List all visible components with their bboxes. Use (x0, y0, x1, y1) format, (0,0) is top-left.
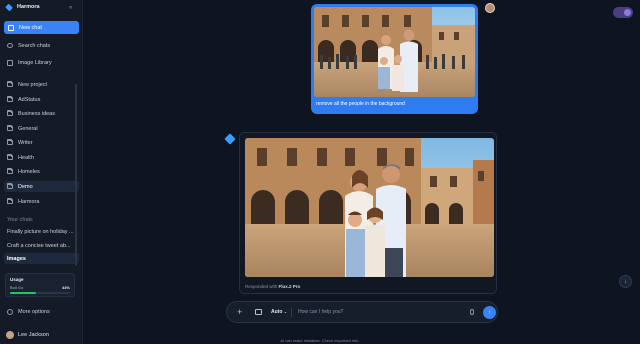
project-item[interactable]: General (4, 123, 79, 134)
usage-bar (10, 292, 70, 294)
responded-with-label: Responded with (245, 284, 278, 289)
uploaded-image[interactable] (314, 7, 475, 97)
folder-icon (7, 197, 13, 205)
folder-icon (7, 138, 13, 146)
project-label: AdStatus (18, 96, 41, 103)
new-chat-label: New chat (19, 24, 42, 31)
model-name: Flux.2 Pro (278, 284, 301, 289)
chat-item[interactable]: Craft a concise tweet ab... (4, 240, 79, 251)
usage-label: Bolt Go (10, 285, 24, 290)
assistant-response-card: Responded with Flux.2 Pro (239, 132, 497, 294)
project-label: Demo (18, 183, 33, 190)
compose-icon (8, 24, 14, 31)
image-upload-icon[interactable] (255, 309, 262, 315)
disclaimer: AI can make mistakes. Check important in… (280, 338, 360, 343)
assistant-logo-icon (224, 133, 236, 145)
project-item-demo[interactable]: Demo (4, 181, 79, 192)
scroll-down-button[interactable]: ↓ (619, 275, 632, 288)
project-label: Business ideas (18, 110, 55, 117)
mode-label: Auto (271, 309, 283, 315)
sidebar-scrollbar[interactable] (75, 84, 77, 266)
project-label: General (18, 125, 38, 132)
user-message-text: remove all the people in the background (316, 101, 405, 107)
mode-select[interactable]: Auto ⌄ (271, 309, 287, 315)
project-item[interactable]: AdStatus (4, 94, 79, 105)
plus-icon[interactable]: + (237, 307, 242, 317)
collapse-sidebar-icon[interactable]: « (69, 5, 72, 11)
chat-item-active[interactable]: Images (4, 253, 79, 264)
microphone-icon[interactable] (470, 309, 474, 315)
message-input[interactable]: How can I help you? (298, 309, 343, 315)
brand-name: Harmora (17, 4, 40, 10)
folder-icon (7, 182, 13, 190)
usage-title: Usage (10, 277, 24, 282)
project-label: Homeles (18, 168, 40, 175)
sidebar: Harmora « New chat Search chats Image Li… (0, 0, 83, 344)
your-chats-heading: Your chats (7, 216, 33, 223)
divider (291, 308, 292, 317)
folder-icon (7, 153, 13, 161)
image-library-label: Image Library (18, 59, 52, 66)
image-library-item[interactable]: Image Library (4, 57, 79, 68)
project-item[interactable]: Harmora (4, 196, 79, 207)
folder-icon (7, 95, 13, 103)
project-item[interactable]: Homeles (4, 166, 79, 177)
project-item[interactable]: Health (4, 152, 79, 163)
project-item[interactable]: Business ideas (4, 108, 79, 119)
generated-image[interactable] (245, 138, 494, 277)
gear-icon (7, 308, 13, 315)
usage-bar-fill (10, 292, 37, 294)
project-label: Harmora (18, 198, 40, 205)
image-icon (7, 59, 13, 66)
search-chats-item[interactable]: Search chats (4, 40, 79, 51)
logo-icon (5, 3, 13, 11)
theme-toggle[interactable] (613, 7, 633, 18)
send-button[interactable]: ↑ (483, 306, 496, 319)
search-chats-label: Search chats (18, 42, 51, 49)
folder-icon (7, 109, 13, 117)
project-label: Health (18, 154, 34, 161)
chevron-down-icon: ⌄ (283, 309, 288, 314)
more-options-item[interactable]: More options (4, 306, 79, 317)
toggle-knob-icon (624, 9, 631, 16)
usage-percent: 44% (61, 285, 70, 290)
arrow-down-icon: ↓ (624, 278, 627, 285)
response-footer: Responded with Flux.2 Pro (245, 284, 300, 289)
new-chat-button[interactable]: New chat (4, 21, 79, 34)
new-project-item[interactable]: New project (4, 79, 79, 90)
folder-icon (7, 167, 13, 175)
chat-item[interactable]: Finally picture on holiday ... (4, 226, 79, 237)
project-item[interactable]: Writer (4, 137, 79, 148)
user-message-bubble: remove all the people in the background (311, 4, 478, 114)
search-icon (7, 43, 13, 48)
new-project-label: New project (18, 81, 48, 88)
folder-icon (7, 124, 13, 132)
composer: + Auto ⌄ How can I help you? ↑ (226, 301, 498, 323)
brand[interactable]: Harmora (5, 3, 40, 11)
new-folder-icon (7, 80, 13, 88)
more-options-label: More options (18, 308, 50, 315)
project-label: Writer (18, 139, 33, 146)
usage-card: Usage Bolt Go 44% (5, 273, 75, 297)
arrow-up-icon: ↑ (488, 309, 491, 316)
user-avatar (485, 3, 495, 13)
